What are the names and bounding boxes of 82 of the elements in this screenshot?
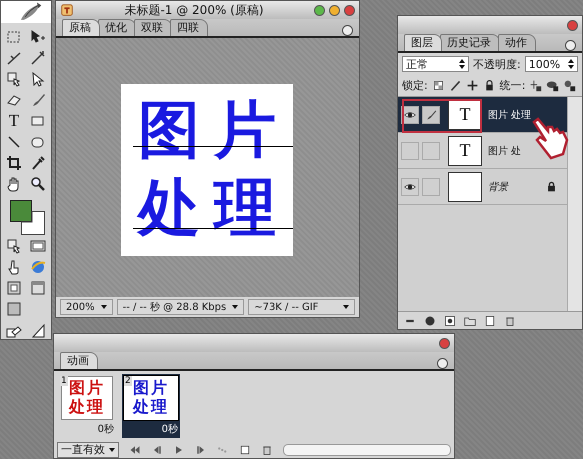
- text-tool[interactable]: T: [8, 112, 20, 129]
- panel-tab[interactable]: 动作: [498, 34, 536, 51]
- link-toggle[interactable]: [422, 178, 440, 196]
- brush-icon[interactable]: [448, 79, 462, 92]
- search-icon[interactable]: [30, 176, 46, 192]
- panel-menu-button[interactable]: [437, 358, 448, 369]
- spinner-arrows-icon[interactable]: [459, 59, 466, 69]
- panel-menu-button[interactable]: [342, 25, 353, 36]
- layer-name: 背景: [488, 180, 510, 194]
- unify-position-icon[interactable]: [529, 79, 542, 92]
- frame-number: 1: [60, 376, 68, 386]
- blend-mode-dropdown[interactable]: 正常: [402, 56, 470, 72]
- visibility-toggle[interactable]: [401, 178, 419, 196]
- brush-icon[interactable]: [30, 92, 46, 108]
- panel-tab[interactable]: 图层: [404, 34, 442, 51]
- visibility-toggle[interactable]: [401, 142, 419, 160]
- line-icon[interactable]: [6, 134, 22, 150]
- window-title: 未标题-1 @ 200% (原稿): [123, 2, 265, 18]
- layer-thumbnail: T: [448, 136, 482, 166]
- eyedropper-icon[interactable]: [30, 154, 46, 171]
- layer-name: 图片 处理: [488, 108, 532, 122]
- panel-tab[interactable]: 历史记录: [440, 34, 500, 51]
- unify-style-icon[interactable]: [563, 79, 576, 92]
- opacity-field[interactable]: 100%: [524, 56, 578, 72]
- brush-icon: [425, 108, 437, 120]
- loop-dropdown[interactable]: 一直有效: [57, 442, 119, 458]
- marquee-icon[interactable]: [6, 28, 22, 45]
- crop-icon[interactable]: [6, 154, 22, 171]
- frame-text: 图片: [69, 379, 105, 398]
- window-mode-icon[interactable]: [6, 301, 22, 317]
- layer-thumbnail: [448, 172, 482, 202]
- feather-logo: [1, 1, 51, 23]
- move-icon[interactable]: [30, 28, 46, 45]
- trash-icon[interactable]: [261, 444, 273, 456]
- opacity-label: 不透明度:: [473, 56, 521, 72]
- layer-name: 图片 处: [488, 144, 522, 158]
- unify-label: 统一:: [500, 78, 526, 93]
- close-button[interactable]: [567, 20, 578, 30]
- screen-icon[interactable]: [30, 238, 46, 254]
- window-mode-icon[interactable]: [6, 280, 22, 296]
- folder-icon[interactable]: [464, 314, 476, 326]
- scrollbar[interactable]: [283, 444, 451, 456]
- maximize-button[interactable]: [314, 4, 325, 16]
- trash-icon[interactable]: [504, 314, 516, 326]
- close-button[interactable]: [439, 338, 450, 348]
- duplicate-frame-icon[interactable]: [239, 444, 251, 456]
- frame-text: 处理: [133, 398, 169, 417]
- link-toggle[interactable]: [422, 106, 440, 124]
- lock-label: 锁定:: [402, 78, 428, 93]
- panel-tab[interactable]: 双联: [134, 19, 172, 36]
- panel-tab[interactable]: 动画: [60, 352, 98, 369]
- file-size-dropdown[interactable]: ~73K / -- GIF: [248, 299, 355, 315]
- canvas-text: 处理: [136, 174, 290, 245]
- mask-icon[interactable]: [444, 314, 456, 326]
- layer-row[interactable]: 背景: [398, 169, 567, 205]
- minimize-button[interactable]: [329, 4, 340, 16]
- zoom-dropdown[interactable]: 200%: [60, 299, 113, 315]
- close-button[interactable]: [344, 4, 355, 16]
- frame-number: 2: [124, 376, 132, 386]
- unify-visibility-icon[interactable]: [546, 79, 560, 92]
- frame-delay[interactable]: 0秒: [162, 422, 178, 436]
- panel-tab[interactable]: 四联: [170, 19, 208, 36]
- foreground-color-swatch[interactable]: [10, 200, 32, 222]
- globe-icon[interactable]: [30, 259, 46, 275]
- new-layer-icon[interactable]: [484, 314, 496, 326]
- first-frame-icon[interactable]: [129, 444, 141, 456]
- move-icon[interactable]: [466, 79, 479, 92]
- checker-icon[interactable]: [432, 79, 445, 92]
- frame-text: 图片: [133, 379, 169, 398]
- document-icon[interactable]: [60, 3, 74, 17]
- panel-menu-button[interactable]: [565, 40, 576, 51]
- pointer-icon[interactable]: [30, 70, 46, 87]
- background-color-swatch[interactable]: [21, 210, 45, 235]
- panel-tab[interactable]: 优化: [98, 19, 136, 36]
- link-toggle[interactable]: [422, 142, 440, 160]
- frame-text: 处理: [69, 398, 105, 417]
- panel-tab[interactable]: 原稿: [62, 19, 100, 36]
- scrollbar[interactable]: [567, 97, 582, 311]
- download-time-dropdown[interactable]: -- / -- 秒 @ 28.8 Kbps: [116, 299, 244, 315]
- frame-delay[interactable]: 0秒: [98, 422, 114, 436]
- spinner-arrows-icon[interactable]: [568, 59, 574, 69]
- window-mode-icon[interactable]: [30, 280, 46, 296]
